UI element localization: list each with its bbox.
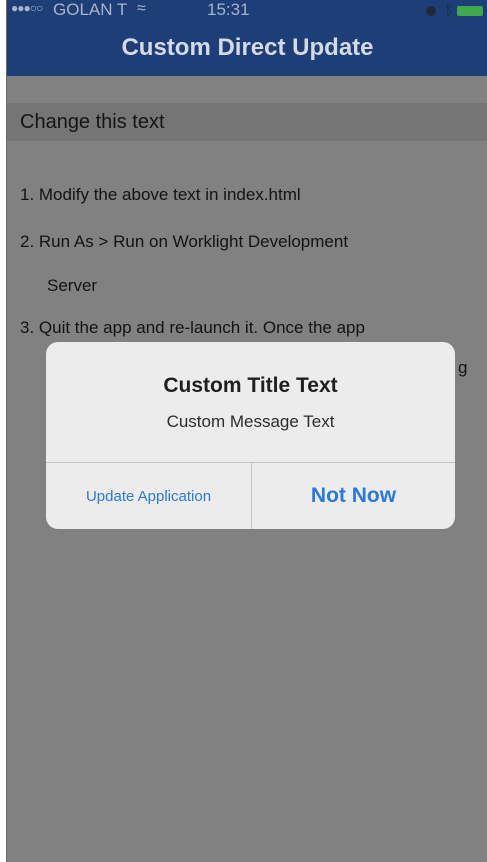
instruction-line: 1. Modify the above text in index.html xyxy=(20,185,301,204)
instruction-line: Server xyxy=(47,276,98,295)
status-time: 15:31 xyxy=(207,0,250,19)
battery-icon xyxy=(457,6,483,16)
page-title: Custom Direct Update xyxy=(121,34,374,61)
carrier-name: GOLAN T xyxy=(53,0,128,19)
editable-text-bar: Change this text xyxy=(7,103,487,141)
app-screen: ●●●○○ GOLAN T ≈ 15:31 ᛒ Custom Direct Up… xyxy=(6,0,487,862)
instruction-line: g xyxy=(458,358,468,377)
alert-dialog: Custom Title Text Custom Message Text Up… xyxy=(46,342,455,529)
signal-strength-icon: ●●●○○ xyxy=(11,1,43,15)
not-now-button[interactable]: Not Now xyxy=(252,463,455,529)
dialog-message: Custom Message Text xyxy=(166,412,335,431)
wifi-icon: ≈ xyxy=(137,0,146,17)
update-application-button[interactable]: Update Application xyxy=(46,463,251,529)
app-header: ●●●○○ GOLAN T ≈ 15:31 ᛒ Custom Direct Up… xyxy=(7,0,487,76)
orientation-lock-icon xyxy=(426,6,436,16)
instruction-line: 3. Quit the app and re-launch it. Once t… xyxy=(20,318,365,337)
bluetooth-icon: ᛒ xyxy=(445,1,454,17)
instruction-line: 2. Run As > Run on Worklight Development xyxy=(20,232,349,251)
editable-text: Change this text xyxy=(20,111,165,133)
dialog-title: Custom Title Text xyxy=(163,374,338,397)
status-bar: ●●●○○ GOLAN T ≈ 15:31 ᛒ xyxy=(7,0,487,26)
